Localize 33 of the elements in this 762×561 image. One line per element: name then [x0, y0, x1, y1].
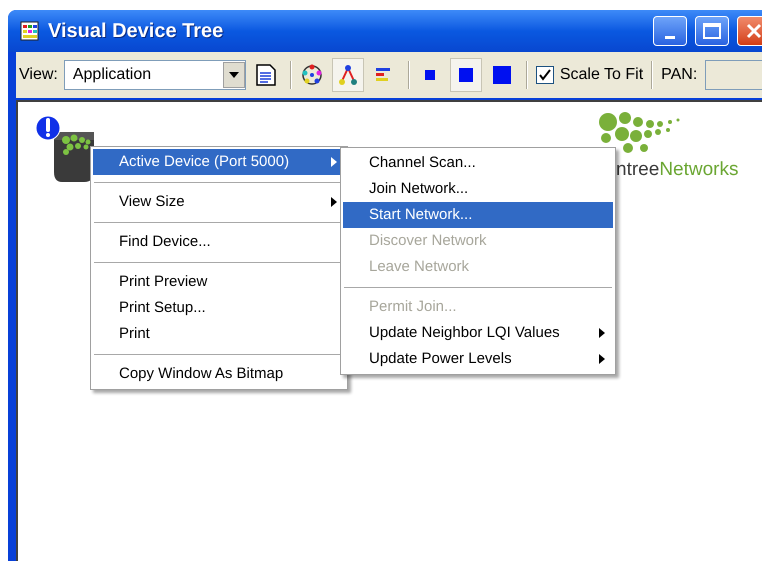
large-square-icon [492, 66, 511, 84]
maximize-button[interactable] [695, 16, 729, 46]
maximize-icon [703, 23, 721, 39]
view-label: View: [19, 65, 58, 85]
logo-text: ntree [616, 158, 660, 182]
window-title: Visual Device Tree [48, 19, 224, 44]
submenu-arrow-icon [331, 157, 337, 167]
toolbar-button[interactable] [450, 58, 482, 92]
checkbox-label: Scale To Fit [560, 65, 644, 85]
submenu-arrow-icon [599, 354, 605, 364]
menu-item[interactable]: Channel Scan... [343, 150, 613, 176]
view-dropdown[interactable]: Application [64, 60, 246, 90]
minimize-icon [665, 36, 675, 39]
medium-square-icon [458, 68, 473, 82]
tree-icon [336, 63, 359, 87]
toolbar-button[interactable] [332, 58, 364, 92]
document-icon [254, 63, 277, 87]
logo-text: Networks [659, 158, 738, 182]
checkbox[interactable] [536, 66, 554, 84]
small-square-icon [424, 70, 435, 80]
dots-circle-icon [300, 63, 324, 87]
menu-item[interactable]: Join Network... [343, 176, 613, 202]
app-icon [20, 20, 40, 42]
pan-field[interactable] [705, 60, 762, 90]
submenu-arrow-icon [331, 197, 337, 207]
close-button[interactable] [737, 16, 762, 46]
menu-item[interactable]: Start Network... [343, 202, 613, 228]
close-icon [746, 23, 762, 39]
menu-item[interactable]: Update Power Levels [343, 346, 613, 372]
pan-label: PAN: [661, 65, 698, 85]
menu-item[interactable]: Update Neighbor LQI Values [343, 320, 613, 346]
submenu-arrow-icon [599, 328, 605, 338]
minimize-button[interactable] [653, 16, 687, 46]
